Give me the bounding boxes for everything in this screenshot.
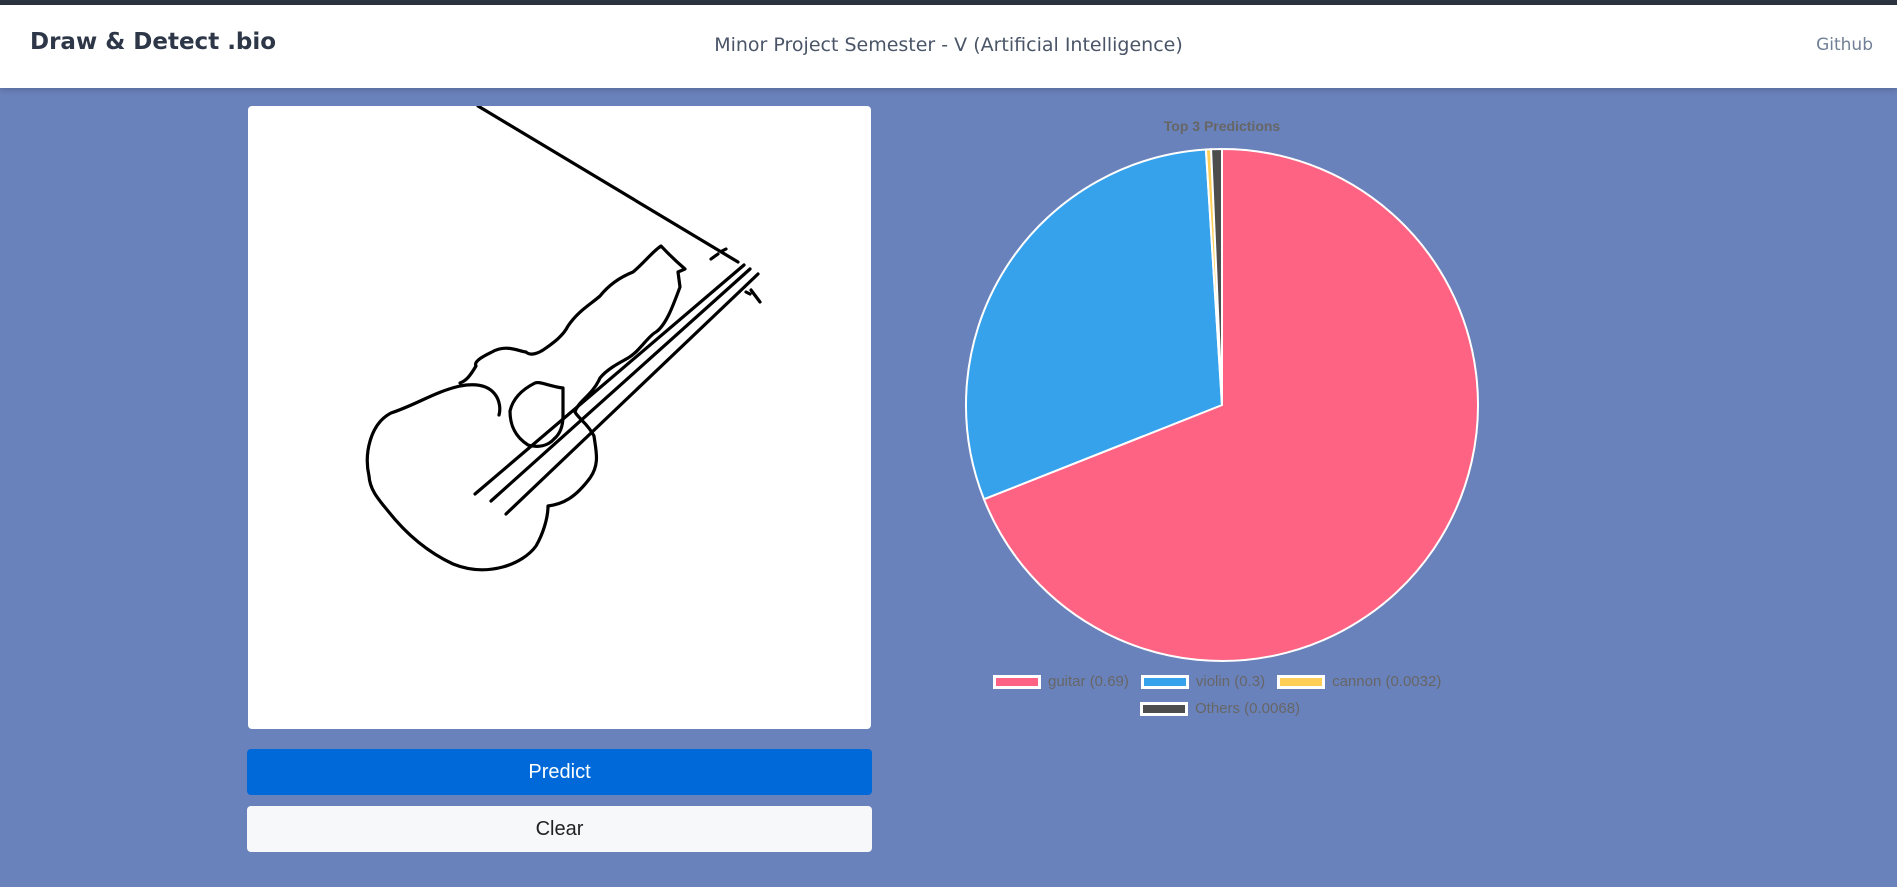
- legend-label: Others (0.0068): [1195, 700, 1301, 717]
- brand-title[interactable]: Draw & Detect .bio: [30, 29, 276, 55]
- github-link[interactable]: Github: [1816, 35, 1873, 55]
- legend-item[interactable]: Others (0.0068): [1140, 700, 1300, 717]
- drawing-canvas[interactable]: [248, 106, 871, 729]
- legend-label: cannon (0.0032): [1332, 673, 1442, 690]
- legend-swatch: [1140, 674, 1189, 689]
- legend-item[interactable]: guitar (0.69): [993, 673, 1129, 690]
- chart-legend-row-1: guitar (0.69) violin (0.3) cannon (0.0032): [993, 673, 1453, 690]
- legend-swatch: [993, 674, 1041, 689]
- legend-swatch: [1140, 701, 1188, 716]
- navbar: Draw & Detect .bio Minor Project Semeste…: [0, 5, 1897, 88]
- legend-swatch: [1277, 674, 1326, 689]
- page-subtitle: Minor Project Semester - V (Artificial I…: [714, 34, 1183, 56]
- predict-button[interactable]: Predict: [247, 749, 872, 795]
- guitar-sketch: [365, 106, 762, 572]
- predictions-pie-chart: [965, 147, 1479, 662]
- legend-item[interactable]: cannon (0.0032): [1277, 673, 1441, 690]
- legend-label: guitar (0.69): [1048, 673, 1129, 690]
- legend-item[interactable]: violin (0.3): [1140, 673, 1266, 690]
- clear-button[interactable]: Clear: [247, 806, 872, 852]
- chart-title: Top 3 Predictions: [1163, 118, 1281, 134]
- legend-label: violin (0.3): [1195, 673, 1266, 690]
- chart-legend-row-2: Others (0.0068): [1140, 700, 1312, 717]
